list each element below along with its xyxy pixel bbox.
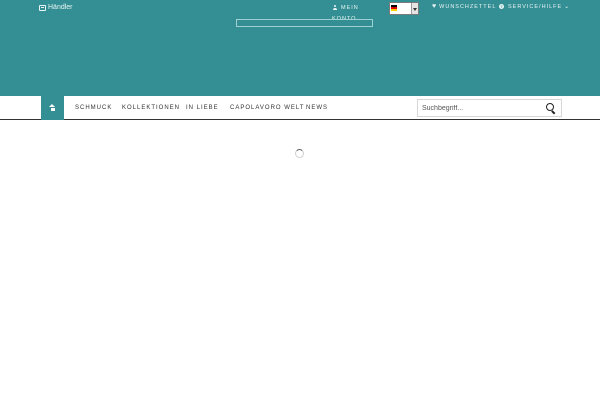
home-icon	[49, 104, 56, 111]
nav-item-in-liebe[interactable]: IN LIEBE	[186, 96, 219, 120]
header-field[interactable]	[236, 19, 373, 27]
nav-item-capolavoro-welt[interactable]: CAPOLAVORO WELT	[230, 96, 304, 120]
wishlist-label: WUNSCHZETTEL	[439, 3, 497, 10]
chevron-down-icon: ⌄	[564, 4, 570, 10]
haendler-label: Händler	[48, 4, 73, 11]
dropdown-arrow-icon[interactable]	[411, 3, 418, 14]
nav-item-schmuck[interactable]: SCHMUCK	[75, 96, 112, 120]
top-header: Händler MEIN KONTO ♥ WUNSCHZETTEL ? SERV…	[0, 0, 600, 96]
help-icon: ?	[499, 4, 504, 9]
service-label: SERVICE/HILFE	[508, 3, 563, 10]
search-icon[interactable]	[546, 103, 556, 113]
haendler-icon	[39, 4, 46, 11]
language-select[interactable]	[389, 2, 419, 15]
search-input[interactable]	[422, 102, 542, 114]
loading-spinner-icon	[295, 149, 304, 158]
german-flag-icon	[391, 5, 397, 11]
home-button[interactable]	[41, 96, 64, 120]
wishlist-link[interactable]: ♥ WUNSCHZETTEL	[432, 3, 496, 10]
haendler-link[interactable]: Händler	[39, 3, 73, 12]
service-menu[interactable]: ? SERVICE/HILFE ⌄	[499, 3, 569, 10]
heart-icon: ♥	[432, 3, 437, 10]
user-icon	[332, 5, 337, 10]
nav-item-kollektionen[interactable]: KOLLEKTIONEN	[122, 96, 180, 120]
search-box	[417, 99, 562, 117]
nav-item-news[interactable]: NEWS	[306, 96, 328, 120]
